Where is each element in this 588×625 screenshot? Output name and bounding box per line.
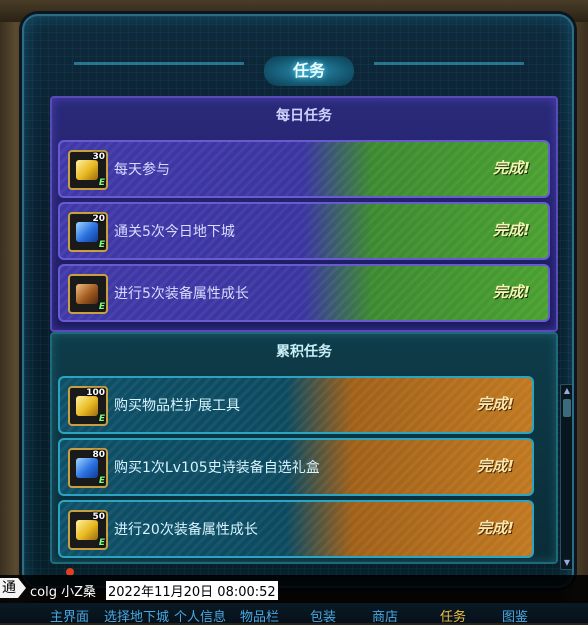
blue-crystal-icon: 80 E (68, 448, 108, 488)
nav-package[interactable]: 包装 (310, 606, 336, 625)
chat-channel[interactable]: 通 (0, 578, 18, 598)
reward-count: 20 (92, 214, 105, 224)
quest-status: 完成! (477, 395, 514, 413)
quest-status: 完成! (477, 519, 514, 537)
header-line-left (74, 62, 244, 65)
nav-shop[interactable]: 商店 (372, 606, 398, 625)
quest-name: 购买物品栏扩展工具 (114, 398, 240, 414)
bottom-nav: 主界面 选择地下城 个人信息 物品栏 包装 商店 任务 图鉴 (0, 603, 588, 625)
reward-count: 80 (92, 450, 105, 460)
badge-letter: E (98, 476, 105, 486)
daily-quest-section: 每日任务 30 E 每天参与 完成! 20 E 通关5次今日地下城 完成! E … (50, 96, 558, 332)
gold-ticket-icon: 50 E (68, 510, 108, 550)
reward-count: 30 (92, 152, 105, 162)
nav-codex[interactable]: 图鉴 (502, 606, 528, 625)
badge-letter: E (98, 302, 105, 312)
cumulative-quest-row[interactable]: 80 E 购买1次Lv105史诗装备自选礼盒 完成! (58, 438, 534, 496)
blue-crystal-icon: 20 E (68, 212, 108, 252)
gold-ticket-icon: 30 E (68, 150, 108, 190)
quest-name: 进行20次装备属性成长 (114, 522, 258, 538)
quest-window: 任务 每日任务 30 E 每天参与 完成! 20 E 通关5次今日地下城 完成! (22, 14, 574, 588)
cumulative-quest-row[interactable]: 50 E 进行20次装备属性成长 完成! (58, 500, 534, 558)
nav-dungeon[interactable]: 选择地下城 (104, 606, 169, 625)
badge-letter: E (98, 538, 105, 548)
nav-quest[interactable]: 任务 (440, 606, 466, 625)
cumulative-quest-section: 累积任务 100 E 购买物品栏扩展工具 完成! 80 E 购买1次Lv105史… (50, 332, 572, 570)
quest-name: 通关5次今日地下城 (114, 224, 235, 240)
quest-status: 完成! (493, 283, 530, 301)
badge-letter: E (98, 178, 105, 188)
cumulative-section-title: 累积任务 (276, 344, 332, 360)
header-line-right (374, 62, 524, 65)
nav-profile[interactable]: 个人信息 (174, 606, 226, 625)
badge-letter: E (98, 240, 105, 250)
chat-message: colg 小Z桑 (30, 585, 97, 600)
quest-status: 完成! (493, 221, 530, 239)
equipment-growth-icon: E (68, 274, 108, 314)
scroll-down-icon[interactable]: ▼ (561, 557, 572, 569)
chat-timestamp: 2022年11月20日 08:00:52 (106, 581, 278, 600)
quest-status: 完成! (493, 159, 530, 177)
quest-scrollbar[interactable]: ▲ ▼ (560, 384, 572, 570)
scroll-up-icon[interactable]: ▲ (561, 385, 572, 397)
reward-count: 100 (86, 388, 105, 398)
badge-letter: E (98, 414, 105, 424)
daily-quest-row[interactable]: 20 E 通关5次今日地下城 完成! (58, 202, 550, 260)
quest-name: 购买1次Lv105史诗装备自选礼盒 (114, 460, 320, 476)
quest-name: 每天参与 (114, 162, 170, 178)
window-header: 任务 (34, 42, 558, 86)
daily-quest-row[interactable]: 30 E 每天参与 完成! (58, 140, 550, 198)
cumulative-quest-row[interactable]: 100 E 购买物品栏扩展工具 完成! (58, 376, 534, 434)
chat-arrow-icon (18, 578, 26, 598)
chat-bar[interactable]: 通 colg 小Z桑 2022年11月20日 08:00:52 (0, 575, 588, 603)
quest-name: 进行5次装备属性成长 (114, 286, 249, 302)
nav-main[interactable]: 主界面 (50, 606, 89, 625)
gold-ticket-icon: 100 E (68, 386, 108, 426)
window-title: 任务 (264, 56, 354, 86)
daily-section-title: 每日任务 (276, 108, 332, 124)
reward-count: 50 (92, 512, 105, 522)
scroll-thumb[interactable] (563, 399, 571, 417)
daily-quest-row[interactable]: E 进行5次装备属性成长 完成! (58, 264, 550, 322)
nav-inventory[interactable]: 物品栏 (240, 606, 279, 625)
quest-status: 完成! (477, 457, 514, 475)
